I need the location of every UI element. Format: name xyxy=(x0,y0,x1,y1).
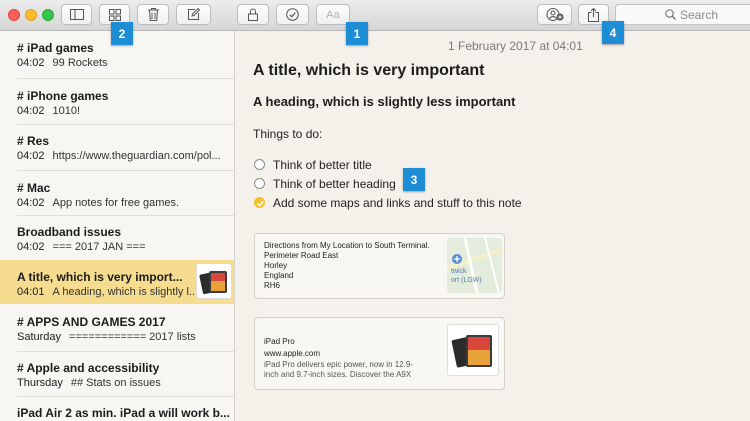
note-subtitle: 04:02 === 2017 JAN === xyxy=(17,241,146,253)
callout-badge-1: 1 xyxy=(346,22,368,45)
note-title: Broadband issues xyxy=(17,225,122,239)
map-card-line: England xyxy=(264,271,294,280)
note-preview: 99 Rockets xyxy=(52,57,108,69)
map-card-line: Horley xyxy=(264,261,288,270)
checklist-checkbox[interactable] xyxy=(254,159,265,170)
map-card-line: Directions from My Location to South Ter… xyxy=(264,241,430,250)
note-time: 04:02 xyxy=(17,150,45,162)
note-preview: A heading, which is slightly l... xyxy=(52,286,199,298)
note-preview: ## Stats on issues xyxy=(70,377,161,389)
note-subtitle: Thursday ## Stats on issues xyxy=(17,377,161,389)
note-preview: 1010! xyxy=(52,105,81,117)
sidebar-icon xyxy=(69,9,84,20)
link-card-description: inch and 9.7-inch sizes. Discover the A9… xyxy=(264,370,412,379)
note-list-item[interactable]: # iPhone games 04:02 1010! xyxy=(0,79,234,123)
minimize-window-button[interactable] xyxy=(25,9,37,21)
checkmark-circle-icon xyxy=(286,8,299,21)
lock-note-button[interactable] xyxy=(237,4,269,25)
map-card-line: RH6 xyxy=(264,281,281,290)
note-title: # Res xyxy=(17,134,50,148)
callout-badge-2: 2 xyxy=(111,22,133,45)
close-window-button[interactable] xyxy=(8,9,20,21)
checklist-button[interactable] xyxy=(276,4,309,25)
share-icon xyxy=(588,7,599,22)
note-list-item[interactable]: iPad Air 2 as min. iPad a will work b... xyxy=(0,396,234,421)
format-button[interactable]: Aa xyxy=(316,4,350,25)
note-preview: === 2017 JAN === xyxy=(52,241,146,253)
note-preview: ============ 2017 lists xyxy=(69,331,196,343)
note-list-item[interactable]: Broadband issues 04:02 === 2017 JAN === xyxy=(0,215,234,259)
map-attachment-card[interactable]: Directions from My Location to South Ter… xyxy=(254,233,505,299)
note-title: A title, which is very import... xyxy=(17,270,183,284)
note-time: 04:02 xyxy=(17,241,45,253)
note-list-item[interactable]: # Apple and accessibility Thursday ## Sta… xyxy=(0,351,234,395)
add-people-icon xyxy=(546,8,563,21)
note-title: # iPhone games xyxy=(17,89,109,103)
note-list-item[interactable]: # APPS AND GAMES 2017 Saturday ==========… xyxy=(0,305,234,349)
checklist-item-text[interactable]: Think of better title xyxy=(273,158,372,172)
note-subtitle: Saturday ============ 2017 lists xyxy=(17,331,196,343)
lock-icon xyxy=(248,8,258,21)
callout-badge-3: 3 xyxy=(403,168,425,191)
note-time: Thursday xyxy=(17,377,63,389)
note-subtitle: 04:02 https://www.theguardian.com/pol... xyxy=(17,150,221,162)
checklist-checkbox-checked[interactable] xyxy=(254,197,265,208)
checklist-checkbox[interactable] xyxy=(254,178,265,189)
checkmark-icon xyxy=(257,200,264,207)
note-list-item[interactable]: # Res 04:02 https://www.theguardian.com/p… xyxy=(0,124,234,168)
zoom-window-button[interactable] xyxy=(42,9,54,21)
search-icon xyxy=(665,9,676,20)
note-time: 04:02 xyxy=(17,57,45,69)
notes-list: # iPad games 04:02 99 Rockets # iPhone ga… xyxy=(0,31,235,421)
search-input[interactable] xyxy=(680,6,748,23)
todo-label[interactable]: Things to do: xyxy=(253,127,322,141)
note-editor[interactable]: 1 February 2017 at 04:01 A title, which … xyxy=(235,31,750,421)
map-thumbnail-image: twick ort (LGW) xyxy=(447,238,502,293)
note-title: # iPad games xyxy=(17,41,94,55)
new-note-button[interactable] xyxy=(176,4,211,25)
note-time: 04:02 xyxy=(17,105,45,117)
checklist-item-text[interactable]: Add some maps and links and stuff to thi… xyxy=(273,196,522,210)
note-time: 04:02 xyxy=(17,197,45,209)
note-subtitle: 04:01 A heading, which is slightly l... xyxy=(17,286,198,298)
link-card-url: www.apple.com xyxy=(264,349,321,358)
note-title: iPad Air 2 as min. iPad a will work b... xyxy=(17,406,230,420)
format-text-icon: Aa xyxy=(326,8,340,21)
note-time: 04:01 xyxy=(17,286,45,298)
link-card-title: iPad Pro xyxy=(264,337,295,346)
note-heading-text[interactable]: A heading, which is slightly less import… xyxy=(253,94,515,109)
ipad-pro-image xyxy=(447,324,499,376)
link-card-description: iPad Pro delivers epic power, now in 12.… xyxy=(264,360,413,369)
delete-note-button[interactable] xyxy=(137,4,169,25)
note-preview: https://www.theguardian.com/pol... xyxy=(52,150,221,162)
note-list-item[interactable]: # Mac 04:02 App notes for free games. xyxy=(0,171,234,215)
note-list-item-selected[interactable]: A title, which is very import... 04:01 A … xyxy=(0,260,234,304)
note-title: # Apple and accessibility xyxy=(17,361,160,375)
link-attachment-card[interactable]: iPad Pro www.apple.com iPad Pro delivers… xyxy=(254,317,505,390)
note-thumbnail-image xyxy=(196,263,232,299)
toggle-sidebar-button[interactable] xyxy=(61,4,92,25)
note-date: 1 February 2017 at 04:01 xyxy=(448,39,583,53)
grid-icon xyxy=(108,8,121,21)
callout-badge-4: 4 xyxy=(602,21,624,44)
trash-icon xyxy=(147,8,159,21)
note-title-text[interactable]: A title, which is very important xyxy=(253,62,484,80)
note-subtitle: 04:02 99 Rockets xyxy=(17,57,108,69)
map-label: twick xyxy=(451,268,467,275)
map-card-line: Perimeter Road East xyxy=(264,251,339,260)
compose-icon xyxy=(188,8,200,20)
map-label: ort (LGW) xyxy=(451,277,482,284)
add-people-button[interactable] xyxy=(537,4,572,25)
note-subtitle: 04:02 App notes for free games. xyxy=(17,197,179,209)
note-title: # APPS AND GAMES 2017 xyxy=(17,315,166,329)
note-time: Saturday xyxy=(17,331,62,343)
note-preview: App notes for free games. xyxy=(52,197,180,209)
checklist-item-text[interactable]: Think of better heading xyxy=(273,177,396,191)
note-subtitle: 04:02 1010! xyxy=(17,105,80,117)
search-field[interactable] xyxy=(615,4,750,25)
note-title: # Mac xyxy=(17,181,51,195)
